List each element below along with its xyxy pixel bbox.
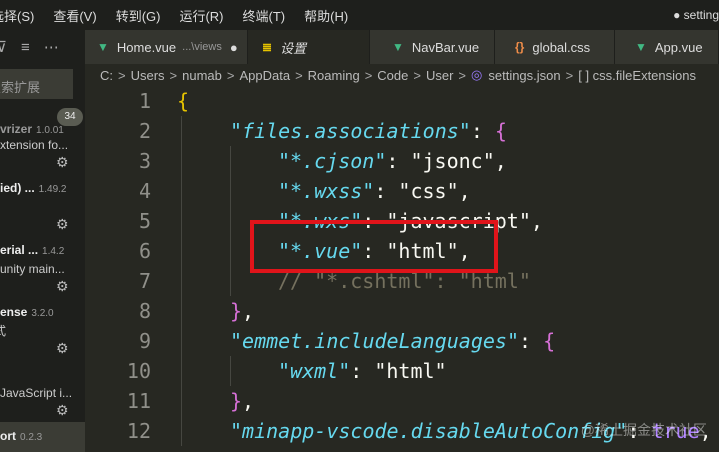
indent-guide: [230, 146, 231, 296]
line-number: 1: [138, 89, 151, 113]
modified-dot-icon[interactable]: ●: [230, 40, 238, 55]
breadcrumb: C: > Users > numab > AppData > Roaming > Code…: [85, 64, 719, 86]
tab-settings[interactable]: ≣ 设置: [248, 30, 370, 64]
line-number: 12: [126, 419, 151, 443]
json-settings-icon: ◎: [471, 67, 483, 82]
extension-search-input[interactable]: 搜索扩展: [0, 69, 73, 99]
breadcrumb-item[interactable]: [ ] css.fileExtensions: [578, 68, 696, 83]
ext-name: erial ...: [0, 243, 39, 257]
line-number: 9: [138, 329, 151, 353]
line-number: 7: [138, 269, 151, 293]
line-number: 4: [138, 179, 151, 203]
menu-terminal[interactable]: 终端(T): [243, 6, 286, 25]
ext-version: 1.49.2: [38, 184, 67, 195]
ext-desc: 式: [0, 324, 7, 338]
ext-name: vrizer: [0, 122, 33, 136]
indent-guide: [181, 116, 182, 446]
clear-icon[interactable]: ≡: [21, 39, 30, 56]
selected-extension[interactable]: ort 0.2.3: [0, 422, 85, 452]
ext-desc: unity main...: [0, 262, 65, 276]
filter-icon[interactable]: ⊽: [0, 38, 7, 56]
line-number: 6: [138, 239, 151, 263]
ext-version: 3.2.0: [31, 308, 54, 319]
code-line: "*.cjson": "jsonc",: [278, 149, 507, 173]
line-number: 8: [138, 299, 151, 323]
breadcrumb-item[interactable]: numab: [182, 68, 222, 83]
code-line: "wxml": "html": [278, 359, 447, 383]
code-line: {: [177, 89, 190, 113]
gear-icon[interactable]: ⚙: [56, 340, 69, 357]
gear-icon[interactable]: ⚙: [56, 216, 69, 233]
menu-help[interactable]: 帮助(H): [304, 6, 348, 25]
tab-global-css[interactable]: {} global.css: [495, 30, 615, 64]
breadcrumb-item[interactable]: Users: [131, 68, 165, 83]
tab-app-vue[interactable]: ▼ App.vue: [615, 30, 719, 64]
more-icon[interactable]: ⋯: [44, 38, 59, 56]
code-line: "emmet.includeLanguages": {: [230, 329, 556, 353]
ext-desc: JavaScript i...: [0, 386, 73, 400]
line-number: 3: [138, 149, 151, 173]
ext-version: 0.2.3: [20, 432, 43, 443]
settings-file-icon: ≣: [262, 40, 273, 54]
line-number: 11: [126, 389, 151, 413]
gear-icon[interactable]: ⚙: [56, 154, 69, 171]
menu-go[interactable]: 转到(G): [116, 6, 161, 25]
extensions-sidebar: ⊽ ≡ ⋯ 搜索扩展 34 vrizer1.0.01 xtension fo..…: [0, 30, 85, 452]
tab-label: Home.vue: [116, 39, 177, 55]
menu-bar: 选择(S) 查看(V) 转到(G) 运行(R) 终端(T) 帮助(H) ● se…: [0, 0, 719, 30]
line-number: 10: [126, 359, 151, 383]
vue-icon: ▼: [97, 40, 109, 54]
gear-icon[interactable]: ⚙: [56, 278, 69, 295]
tab-label: 设置: [280, 40, 307, 56]
ext-name: ort: [0, 429, 16, 443]
tab-navbar-vue[interactable]: ▼ NavBar.vue: [370, 30, 495, 64]
menu-view[interactable]: 查看(V): [53, 6, 96, 25]
ext-desc: xtension fo...: [0, 138, 69, 152]
menu-selection[interactable]: 选择(S): [0, 6, 34, 25]
indent-guide: [230, 356, 231, 386]
breadcrumb-item[interactable]: User: [426, 68, 453, 83]
gear-icon[interactable]: ⚙: [56, 402, 69, 419]
tab-label: global.css: [532, 39, 591, 55]
breadcrumb-item[interactable]: Code: [377, 68, 408, 83]
breadcrumb-item[interactable]: C:: [100, 68, 113, 83]
ext-version: 1.0.01: [36, 125, 64, 136]
tab-label: NavBar.vue: [411, 39, 480, 55]
editor-tabs: ▼ Home.vue ...\views ● ≣ 设置 ▼ NavBar.vue {} gl…: [85, 30, 719, 64]
ext-name: ied) ...: [0, 181, 35, 195]
tab-detail: ...\views: [182, 41, 222, 53]
code-line: "*.wxss": "css",: [278, 179, 471, 203]
breadcrumb-item[interactable]: Roaming: [308, 68, 360, 83]
code-line: "files.associations": {: [230, 119, 507, 143]
breadcrumb-item[interactable]: settings.json: [488, 68, 560, 83]
line-number: 5: [138, 209, 151, 233]
code-line: },: [230, 299, 255, 323]
tab-label: App.vue: [654, 39, 703, 55]
code-line: },: [230, 389, 255, 413]
window-title: ● setting: [673, 8, 719, 22]
ext-version: 1.4.2: [42, 246, 65, 257]
vue-icon: ▼: [392, 40, 404, 54]
breadcrumb-item[interactable]: AppData: [239, 68, 290, 83]
ext-name: ense: [0, 305, 28, 319]
tab-home-vue[interactable]: ▼ Home.vue ...\views ●: [85, 30, 248, 64]
watermark: @稀土掘金技术社区: [580, 422, 707, 438]
line-number: 2: [138, 119, 151, 143]
menu-run[interactable]: 运行(R): [179, 6, 223, 25]
vue-icon: ▼: [635, 40, 647, 54]
highlight-annotation-box: [250, 220, 498, 273]
css-icon: {}: [515, 40, 525, 54]
